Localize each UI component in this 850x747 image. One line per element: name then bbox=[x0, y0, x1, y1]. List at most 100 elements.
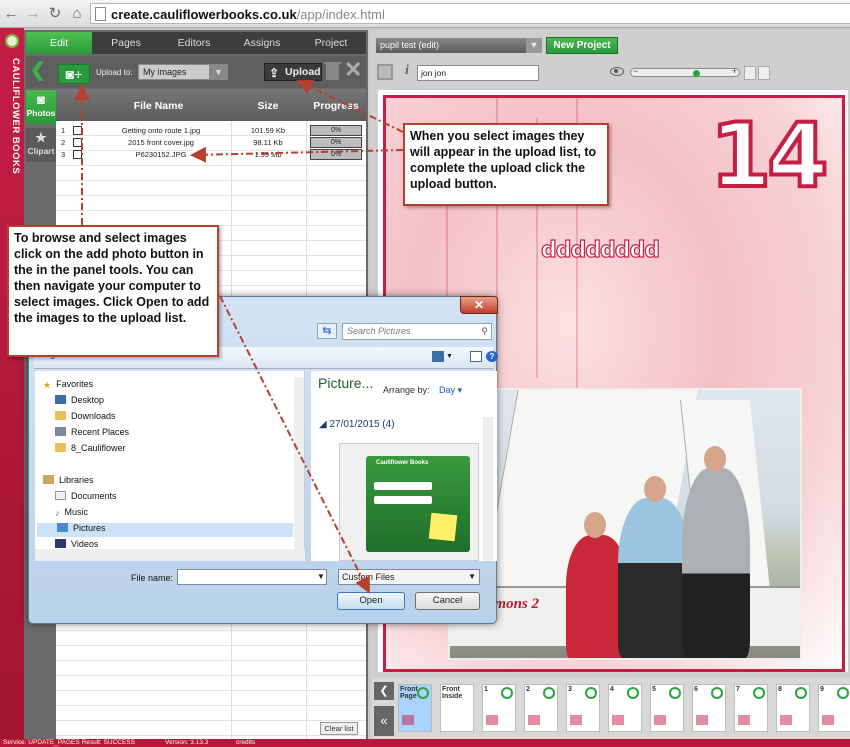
home-icon[interactable]: ⌂ bbox=[68, 5, 86, 23]
header-progress[interactable]: Progress bbox=[306, 100, 366, 112]
reload-icon[interactable]: ↻ bbox=[46, 5, 64, 23]
nav-downloads[interactable]: Downloads bbox=[55, 411, 116, 425]
header-file-name[interactable]: File Name bbox=[86, 100, 231, 112]
chevron-down-icon[interactable]: ▼ bbox=[446, 351, 458, 362]
nav-libraries[interactable]: Libraries bbox=[43, 475, 94, 489]
file-row[interactable]: 2 2015 front cover.jpg 98.11 Kb 0% bbox=[56, 137, 366, 149]
help-icon[interactable]: ? bbox=[486, 351, 498, 362]
star-icon: ★ bbox=[35, 130, 47, 145]
refresh-icon[interactable]: ⇆ bbox=[317, 323, 337, 339]
nav-cauliflower-folder[interactable]: 8_Cauliflower bbox=[55, 443, 126, 457]
page-thumbnail[interactable]: Front Page bbox=[398, 684, 432, 732]
back-icon[interactable]: ← bbox=[2, 5, 20, 23]
brand-name: CAULIFLOWER BOOKS bbox=[10, 58, 21, 175]
tab-edit[interactable]: Edit bbox=[26, 32, 92, 54]
nav-desktop[interactable]: Desktop bbox=[55, 395, 104, 409]
nav-videos-label: Videos bbox=[71, 539, 99, 549]
dialog-close-button[interactable]: ✕ bbox=[460, 296, 498, 314]
chevron-down-icon[interactable]: ▼ bbox=[315, 569, 327, 585]
nav-recent-label: Recent Places bbox=[71, 427, 130, 437]
new-project-button[interactable]: New Project bbox=[546, 37, 618, 54]
file-name-input[interactable] bbox=[177, 569, 327, 585]
back-arrow-icon[interactable]: ❮ bbox=[30, 61, 46, 80]
info-icon[interactable]: i bbox=[405, 63, 409, 79]
chevron-left-icon[interactable]: ❮ bbox=[374, 682, 394, 700]
open-button[interactable]: Open bbox=[337, 592, 405, 610]
view-toggle-icon[interactable] bbox=[758, 66, 770, 80]
arrange-by-select[interactable]: Day ▾ bbox=[439, 385, 462, 396]
project-select[interactable]: pupil test (edit) bbox=[376, 38, 526, 53]
nav-scrollbar[interactable] bbox=[294, 377, 304, 561]
tab-project[interactable]: Project bbox=[296, 32, 366, 54]
page-thumbnail[interactable]: 2 bbox=[524, 684, 558, 732]
file-type-value: Custom Files bbox=[342, 572, 395, 582]
page-thumbnail[interactable]: 1 bbox=[482, 684, 516, 732]
zoom-in-icon[interactable]: + bbox=[732, 66, 737, 76]
nav-favorites[interactable]: ★ Favorites bbox=[43, 379, 93, 393]
save-icon[interactable] bbox=[377, 64, 393, 80]
page-title-text[interactable]: dddddddd bbox=[540, 237, 660, 263]
music-icon: ♪ bbox=[55, 508, 60, 518]
view-toggle-icon[interactable] bbox=[744, 66, 756, 80]
address-bar[interactable]: create.cauliflowerbooks.co.uk/app/index.… bbox=[90, 3, 850, 24]
row-checkbox[interactable] bbox=[73, 150, 82, 159]
forward-icon[interactable]: → bbox=[24, 5, 42, 23]
page-thumbnail[interactable]: 6 bbox=[692, 684, 726, 732]
picture-thumbnail[interactable]: Cauliflower Books bbox=[339, 443, 479, 561]
page-thumbnail[interactable]: 9 bbox=[818, 684, 850, 732]
tab-pages[interactable]: Pages bbox=[92, 32, 160, 54]
chevron-down-icon[interactable]: ▼ bbox=[526, 38, 542, 53]
double-chevron-left-icon[interactable]: « bbox=[374, 706, 394, 736]
preview-pane-icon[interactable] bbox=[470, 351, 482, 362]
row-checkbox[interactable] bbox=[73, 138, 82, 147]
page-photo[interactable]: ttle Demons 2 bbox=[448, 388, 802, 660]
sidetab-photos[interactable]: ◙ Photos bbox=[26, 90, 56, 124]
horizontal-scrollbar[interactable] bbox=[35, 549, 305, 561]
thumbnail-image bbox=[528, 715, 540, 725]
page-thumbnail[interactable]: 5 bbox=[650, 684, 684, 732]
date-group-header[interactable]: ◢ 27/01/2015 (4) bbox=[319, 419, 395, 430]
content-scrollbar[interactable] bbox=[483, 417, 493, 561]
credits-link[interactable]: credits bbox=[236, 739, 255, 747]
row-checkbox[interactable] bbox=[73, 126, 82, 135]
file-type-select[interactable]: Custom Files ▼ bbox=[338, 569, 480, 585]
trash-icon[interactable] bbox=[324, 62, 341, 80]
nav-recent-places[interactable]: Recent Places bbox=[55, 427, 129, 441]
page-name-input[interactable]: jon jon bbox=[417, 65, 539, 81]
add-photo-button[interactable]: ◙+ bbox=[58, 64, 90, 84]
header-size[interactable]: Size bbox=[233, 100, 303, 112]
cancel-button[interactable]: Cancel bbox=[415, 592, 480, 610]
view-options-icon[interactable] bbox=[432, 351, 444, 362]
dialog-search-input[interactable]: Search Pictures ⚲ bbox=[342, 323, 492, 340]
page-thumbnail[interactable]: 8 bbox=[776, 684, 810, 732]
upload-button[interactable]: ⇪ Upload bbox=[264, 63, 322, 81]
thumbnail-field bbox=[374, 496, 432, 504]
page-thumbnail[interactable]: 7 bbox=[734, 684, 768, 732]
tab-assigns[interactable]: Assigns bbox=[228, 32, 296, 54]
file-row[interactable]: 1 Getting onto route 1.jpg 101.59 Kb 0% bbox=[56, 125, 366, 137]
file-row[interactable]: 3 P6230152.JPG 1.99 Mb 0% bbox=[56, 149, 366, 161]
zoom-slider[interactable]: − + bbox=[630, 66, 740, 77]
zoom-out-icon[interactable]: − bbox=[633, 66, 638, 76]
thumbnail-label: 2 bbox=[526, 686, 530, 693]
zoom-slider-knob[interactable] bbox=[693, 70, 701, 77]
sidetab-clipart[interactable]: ★ Clipart bbox=[26, 128, 56, 162]
nav-documents[interactable]: Documents bbox=[55, 491, 117, 505]
page-big-number[interactable]: 14 bbox=[708, 110, 831, 202]
close-icon[interactable]: ✕ bbox=[344, 58, 362, 82]
clear-list-button[interactable]: Clear list bbox=[320, 722, 358, 735]
eye-icon[interactable] bbox=[610, 67, 624, 76]
assign-ring-icon bbox=[501, 687, 513, 699]
chevron-down-icon[interactable]: ▼ bbox=[209, 64, 228, 80]
sticky-note-icon bbox=[428, 512, 458, 542]
page-thumbnail[interactable]: 4 bbox=[608, 684, 642, 732]
nav-music[interactable]: ♪ Music bbox=[55, 507, 88, 521]
tab-editors[interactable]: Editors bbox=[160, 32, 228, 54]
arrange-by-label: Arrange by: bbox=[383, 385, 430, 395]
thumbnail-field bbox=[374, 482, 432, 490]
search-placeholder: Search Pictures bbox=[347, 326, 411, 336]
page-thumbnail[interactable]: Front Inside bbox=[440, 684, 474, 732]
page-thumbnail[interactable]: 3 bbox=[566, 684, 600, 732]
thumbnail-label: 6 bbox=[694, 686, 698, 693]
nav-pictures[interactable]: Pictures bbox=[37, 523, 293, 537]
